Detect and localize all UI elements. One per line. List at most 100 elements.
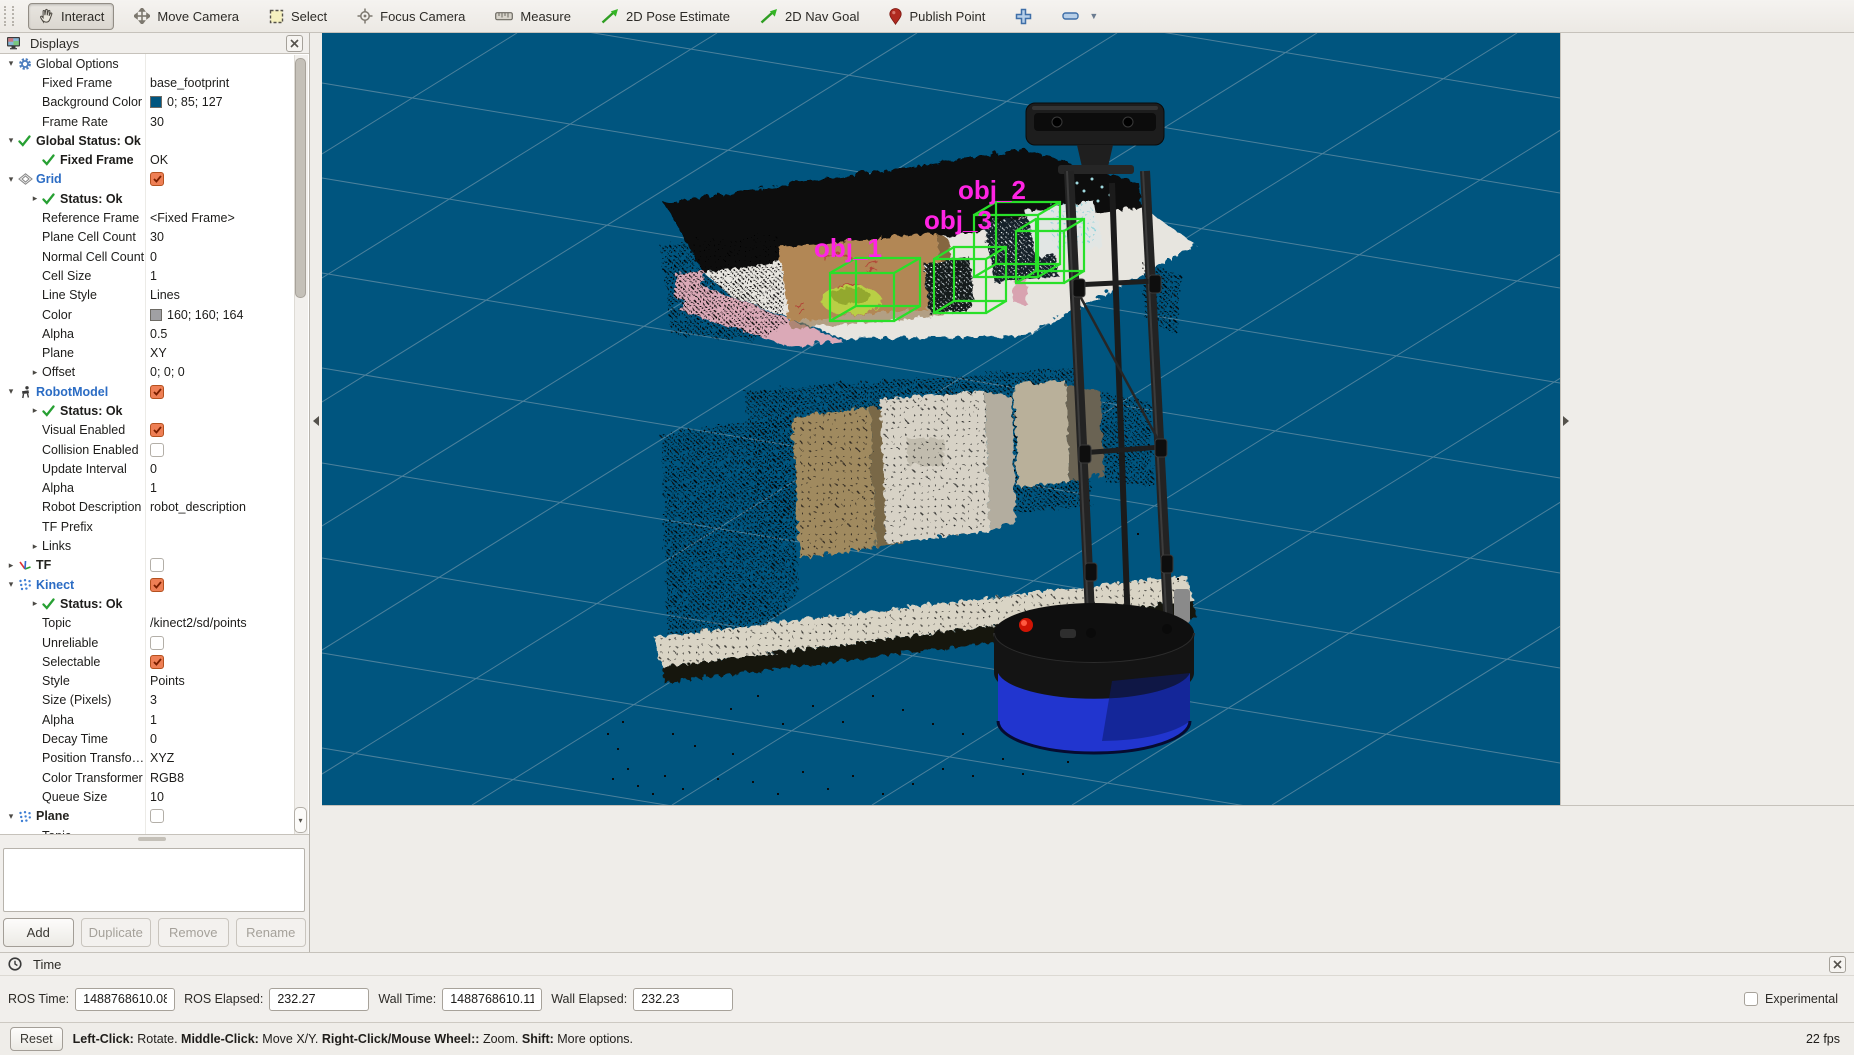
display-property-row[interactable]: Fixed Framebase_footprint: [0, 73, 309, 92]
display-property-row[interactable]: ▾Kinect: [0, 575, 309, 594]
tool-2d-nav-goal-button[interactable]: 2D Nav Goal: [750, 3, 869, 30]
property-value[interactable]: 30: [150, 230, 164, 244]
3d-scene[interactable]: obj_1 obj_2 obj_3: [322, 33, 1560, 805]
property-value[interactable]: Points: [150, 674, 185, 688]
expander-right-icon[interactable]: ▸: [28, 194, 42, 203]
tree-horizontal-scrollbar[interactable]: [138, 837, 166, 841]
property-value[interactable]: <Fixed Frame>: [150, 211, 235, 225]
property-checkbox[interactable]: [150, 443, 164, 457]
property-checkbox[interactable]: [150, 172, 164, 186]
expander-right-icon[interactable]: ▸: [4, 561, 18, 570]
property-value[interactable]: 10: [150, 790, 164, 804]
display-property-row[interactable]: Visual Enabled: [0, 421, 309, 440]
expander-right-icon[interactable]: ▸: [28, 406, 42, 415]
display-property-row[interactable]: ▸Links: [0, 536, 309, 555]
display-property-row[interactable]: Frame Rate30: [0, 112, 309, 131]
time-field-input[interactable]: [75, 988, 175, 1011]
display-property-row[interactable]: Plane Cell Count30: [0, 228, 309, 247]
property-value[interactable]: OK: [150, 153, 168, 167]
property-value[interactable]: 0; 85; 127: [167, 95, 223, 109]
property-value[interactable]: 1: [150, 269, 157, 283]
display-property-row[interactable]: Topic: [0, 826, 309, 835]
collapse-left-arrow-icon[interactable]: [313, 416, 319, 426]
display-property-row[interactable]: TF Prefix: [0, 517, 309, 536]
property-checkbox[interactable]: [150, 558, 164, 572]
dropdown-arrow-icon[interactable]: ▼: [1089, 11, 1098, 21]
property-checkbox[interactable]: [150, 385, 164, 399]
toolbar-drag-handle-icon[interactable]: [4, 6, 14, 26]
expander-down-icon[interactable]: ▾: [4, 59, 18, 68]
display-property-tree[interactable]: ▾Global OptionsFixed Framebase_footprint…: [0, 53, 309, 835]
property-value[interactable]: 1: [150, 481, 157, 495]
collapse-right-arrow-icon[interactable]: [1563, 416, 1569, 426]
property-value[interactable]: base_footprint: [150, 76, 229, 90]
display-property-row[interactable]: ▾Global Status: Ok: [0, 131, 309, 150]
property-value[interactable]: Lines: [150, 288, 180, 302]
display-property-row[interactable]: Reference Frame<Fixed Frame>: [0, 208, 309, 227]
display-property-row[interactable]: ▾Global Options: [0, 54, 309, 73]
property-value[interactable]: 0: [150, 462, 157, 476]
display-property-row[interactable]: ▸Offset0; 0; 0: [0, 363, 309, 382]
expander-down-icon[interactable]: ▾: [4, 175, 18, 184]
display-property-row[interactable]: Collision Enabled: [0, 440, 309, 459]
property-checkbox[interactable]: [150, 578, 164, 592]
property-checkbox[interactable]: [150, 809, 164, 823]
reset-button[interactable]: Reset: [10, 1027, 63, 1051]
display-property-row[interactable]: Fixed FrameOK: [0, 150, 309, 169]
expander-right-icon[interactable]: ▸: [28, 599, 42, 608]
display-property-row[interactable]: Normal Cell Count0: [0, 247, 309, 266]
tool-select-button[interactable]: Select: [259, 3, 337, 30]
property-checkbox[interactable]: [150, 636, 164, 650]
display-property-row[interactable]: ▾RobotModel: [0, 382, 309, 401]
property-value[interactable]: 1: [150, 713, 157, 727]
display-property-row[interactable]: Background Color0; 85; 127: [0, 93, 309, 112]
expander-right-icon[interactable]: ▸: [28, 542, 42, 551]
display-property-row[interactable]: Alpha0.5: [0, 324, 309, 343]
tool-interact-button[interactable]: Interact: [28, 3, 114, 30]
close-displays-panel-button[interactable]: [286, 35, 303, 52]
display-property-row[interactable]: StylePoints: [0, 672, 309, 691]
display-property-row[interactable]: ▸Status: Ok: [0, 594, 309, 613]
tool-publish-point-button[interactable]: Publish Point: [879, 3, 995, 30]
display-property-row[interactable]: Color TransformerRGB8: [0, 768, 309, 787]
display-property-row[interactable]: Selectable: [0, 652, 309, 671]
display-property-row[interactable]: Robot Descriptionrobot_description: [0, 498, 309, 517]
display-property-row[interactable]: Alpha1: [0, 479, 309, 498]
display-property-row[interactable]: Update Interval0: [0, 459, 309, 478]
display-property-row[interactable]: Topic/kinect2/sd/points: [0, 614, 309, 633]
display-property-row[interactable]: PlaneXY: [0, 343, 309, 362]
time-field-input[interactable]: [442, 988, 542, 1011]
panel-splitter[interactable]: [310, 33, 322, 952]
display-property-row[interactable]: Unreliable: [0, 633, 309, 652]
property-value[interactable]: robot_description: [150, 500, 246, 514]
display-property-row[interactable]: ▸TF: [0, 556, 309, 575]
expander-down-icon[interactable]: ▾: [4, 812, 18, 821]
tree-scrollbar-thumb[interactable]: [295, 58, 306, 298]
display-property-row[interactable]: Cell Size1: [0, 266, 309, 285]
time-field-input[interactable]: [633, 988, 733, 1011]
display-property-row[interactable]: Size (Pixels)3: [0, 691, 309, 710]
display-property-row[interactable]: Alpha1: [0, 710, 309, 729]
scrollbar-down-arrow-icon[interactable]: ▾: [294, 807, 307, 833]
expander-right-icon[interactable]: ▸: [28, 368, 42, 377]
display-property-row[interactable]: ▸Status: Ok: [0, 401, 309, 420]
property-value[interactable]: /kinect2/sd/points: [150, 616, 247, 630]
display-property-row[interactable]: Position Transfo…XYZ: [0, 749, 309, 768]
tool-2d-pose-estimate-button[interactable]: 2D Pose Estimate: [591, 3, 740, 30]
display-property-row[interactable]: Decay Time0: [0, 729, 309, 748]
property-value[interactable]: 3: [150, 693, 157, 707]
tool-move-camera-button[interactable]: Move Camera: [124, 3, 249, 30]
display-property-row[interactable]: Color160; 160; 164: [0, 305, 309, 324]
property-value[interactable]: XY: [150, 346, 167, 360]
property-value[interactable]: 160; 160; 164: [167, 308, 243, 322]
tool-measure-button[interactable]: Measure: [485, 3, 581, 30]
property-value[interactable]: XYZ: [150, 751, 174, 765]
tree-scrollbar[interactable]: ▾: [294, 55, 308, 835]
expander-down-icon[interactable]: ▾: [4, 387, 18, 396]
property-value[interactable]: RGB8: [150, 771, 184, 785]
expander-down-icon[interactable]: ▾: [4, 580, 18, 589]
tool-focus-camera-button[interactable]: Focus Camera: [347, 3, 475, 30]
experimental-checkbox[interactable]: [1744, 992, 1758, 1006]
display-property-row[interactable]: ▾Grid: [0, 170, 309, 189]
property-value[interactable]: 30: [150, 115, 164, 129]
